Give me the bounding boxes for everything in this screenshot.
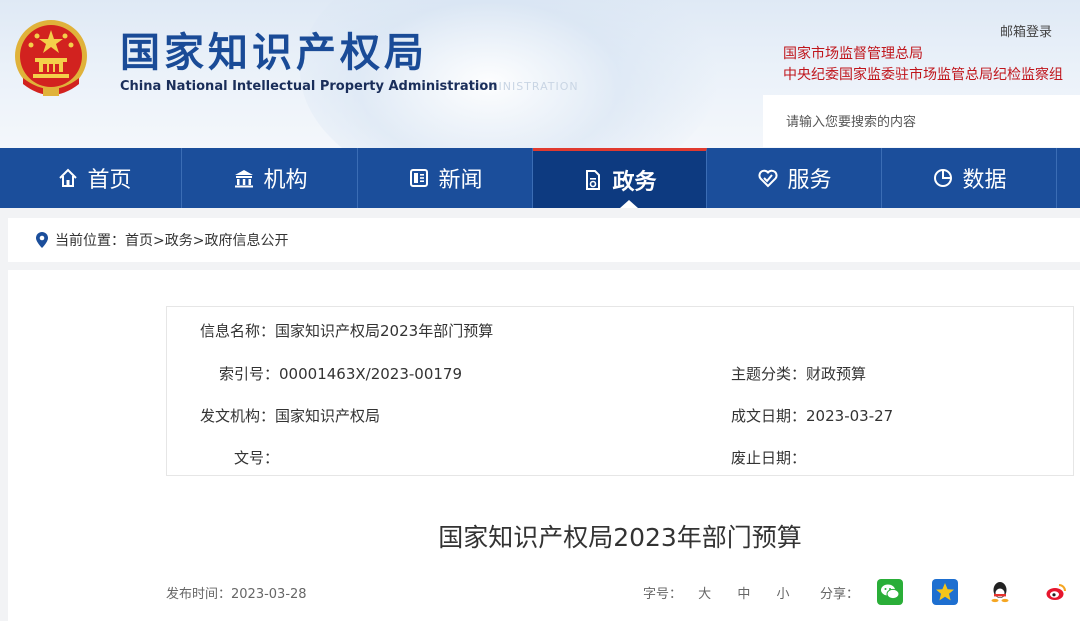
font-size-switcher: 字号： 大 中 小 xyxy=(643,583,789,602)
nav-item-overflow[interactable] xyxy=(1058,148,1080,208)
info-index-label: 索引号： xyxy=(219,365,280,383)
info-date-row: 成文日期：2023-03-27 xyxy=(731,405,893,426)
nav-label-news: 新闻 xyxy=(438,168,483,193)
nav-item-news[interactable]: 新闻 xyxy=(359,148,533,208)
info-expire-row: 废止日期： xyxy=(731,447,806,468)
site-header: ADMINISTRATION 国家知识产权局 China National In… xyxy=(0,0,1080,148)
service-icon xyxy=(758,169,779,188)
info-date-label: 成文日期： xyxy=(731,407,807,425)
external-link-discipline-inspection[interactable]: 中央纪委国家监委驻市场监管总局纪检监察组 xyxy=(783,65,1080,86)
breadcrumb: 当前位置： 首页>政务>政府信息公开 xyxy=(8,218,1080,262)
institution-icon xyxy=(235,170,254,188)
nav-label-government-affairs: 政务 xyxy=(612,169,657,195)
breadcrumb-prefix: 当前位置： xyxy=(55,233,125,249)
info-issuer-label: 发文机构： xyxy=(200,407,276,425)
site-title: 国家知识产权局 xyxy=(120,30,428,76)
qzone-share-icon[interactable] xyxy=(932,579,958,605)
nav-item-service[interactable]: 服务 xyxy=(708,148,882,208)
info-issuer-row: 发文机构：国家知识产权局 xyxy=(200,405,380,426)
info-index-row: 索引号：00001463X/2023-00179 xyxy=(219,363,462,384)
font-size-large[interactable]: 大 xyxy=(698,587,711,602)
info-date-value: 2023-03-27 xyxy=(806,407,894,425)
nav-item-data[interactable]: 数据 xyxy=(883,148,1057,208)
nav-label-home: 首页 xyxy=(87,168,132,193)
breadcrumb-path[interactable]: 首页>政务>政府信息公开 xyxy=(125,230,288,250)
qq-share-icon[interactable] xyxy=(987,579,1013,605)
document-title: 国家知识产权局2023年部门预算 xyxy=(438,523,802,552)
site-subtitle-en: China National Intellectual Property Adm… xyxy=(120,79,498,94)
wechat-share-icon[interactable] xyxy=(877,579,903,605)
national-emblem-icon xyxy=(15,20,87,96)
nav-label-data: 数据 xyxy=(962,168,1007,193)
weibo-share-icon[interactable] xyxy=(1043,579,1069,605)
info-name-value: 国家知识产权局2023年部门预算 xyxy=(275,322,494,340)
nav-item-government-affairs[interactable]: 政务 xyxy=(533,148,707,208)
info-topic-value: 财政预算 xyxy=(806,365,867,383)
info-index-value: 00001463X/2023-00179 xyxy=(279,365,462,383)
publish-date: 2023-03-28 xyxy=(231,587,307,602)
data-pie-icon xyxy=(934,169,953,187)
share-label: 分享： xyxy=(820,587,860,602)
info-topic-label: 主题分类： xyxy=(731,365,807,383)
info-name-label: 信息名称： xyxy=(200,322,276,340)
font-size-small[interactable]: 小 xyxy=(776,587,789,602)
info-issuer-value: 国家知识产权局 xyxy=(275,407,381,425)
external-link-samr[interactable]: 国家市场监督管理总局 xyxy=(783,44,1080,65)
external-links: 国家市场监督管理总局 中央纪委国家监委驻市场监管总局纪检监察组 xyxy=(783,44,1080,86)
home-icon xyxy=(59,168,78,187)
info-name-row: 信息名称：国家知识产权局2023年部门预算 xyxy=(200,320,493,341)
news-icon xyxy=(410,169,429,187)
publish-label: 发布时间： xyxy=(166,587,232,602)
mail-login-link[interactable]: 邮箱登录 xyxy=(1000,21,1052,40)
nav-active-caret xyxy=(620,200,638,208)
font-size-label: 字号： xyxy=(643,587,683,602)
search-input[interactable] xyxy=(784,95,1068,148)
info-docno-label: 文号： xyxy=(234,449,280,467)
nav-label-institution: 机构 xyxy=(263,168,308,193)
nav-item-home[interactable]: 首页 xyxy=(8,148,182,208)
location-pin-icon xyxy=(36,232,48,248)
nav-item-institution[interactable]: 机构 xyxy=(184,148,358,208)
info-expire-label: 废止日期： xyxy=(731,449,807,467)
info-topic-row: 主题分类：财政预算 xyxy=(731,363,866,384)
government-affairs-icon xyxy=(586,169,601,190)
main-nav: 首页 机构 新闻 政务 服务 数据 xyxy=(0,148,1080,208)
publish-time: 发布时间：2023-03-28 xyxy=(166,583,307,602)
info-docno-row: 文号： xyxy=(234,447,279,468)
nav-label-service: 服务 xyxy=(787,168,832,193)
search-box xyxy=(763,95,1080,148)
font-size-medium[interactable]: 中 xyxy=(737,587,750,602)
